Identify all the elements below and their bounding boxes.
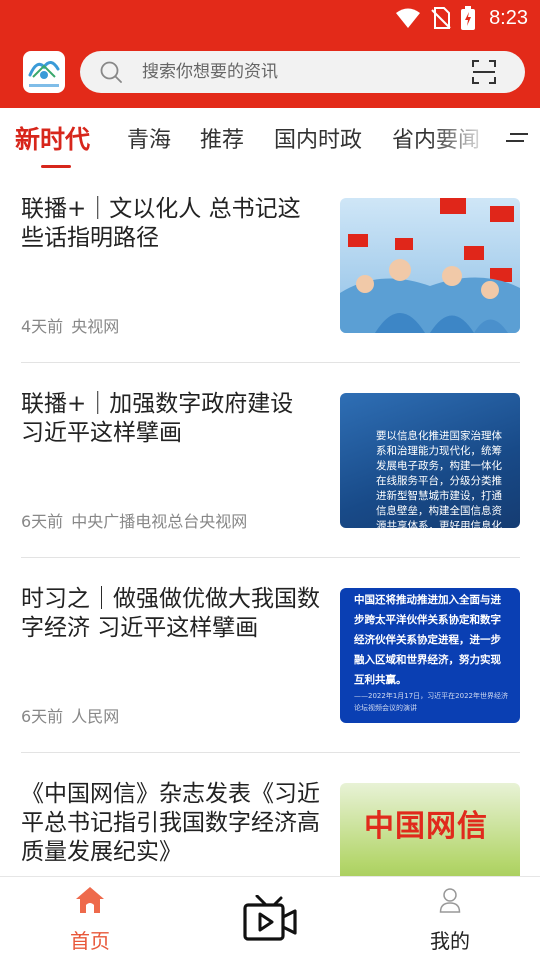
scan-icon[interactable] bbox=[471, 59, 497, 85]
news-title[interactable]: 《中国网信》杂志发表《习近平总书记指引我国数字经济高质量发展纪实》 bbox=[21, 780, 321, 867]
tab-new-era[interactable]: 新时代 bbox=[15, 120, 90, 156]
news-meta: 4天前 央视网 bbox=[21, 313, 119, 337]
menu-icon[interactable] bbox=[506, 130, 528, 146]
status-time: 8:23 bbox=[489, 6, 528, 29]
news-thumbnail[interactable]: 中国还将推动推进加入全面与进步跨太平洋伙伴关系协定和数字经济伙伴关系协定进程，进… bbox=[340, 588, 520, 723]
news-item[interactable]: 时习之｜做强做优做大我国数字经济 习近平这样擘画 6天前 人民网 中国还将推动推进… bbox=[0, 585, 540, 780]
search-bar[interactable] bbox=[80, 51, 525, 93]
news-item[interactable]: 联播+｜文以化人 总书记这些话指明路径 4天前 央视网 bbox=[0, 195, 540, 390]
news-time: 6天前 bbox=[21, 707, 64, 726]
divider bbox=[21, 752, 520, 753]
news-title[interactable]: 联播+｜加强数字政府建设 习近平这样擘画 bbox=[21, 390, 321, 448]
active-tab-indicator bbox=[41, 165, 71, 168]
bottom-nav: 首页 我的 bbox=[0, 876, 540, 960]
home-icon bbox=[76, 887, 104, 913]
tab-domestic-politics[interactable]: 国内时政 bbox=[274, 122, 362, 154]
no-sim-icon bbox=[431, 7, 451, 29]
news-meta: 6天前 人民网 bbox=[21, 703, 119, 727]
battery-icon bbox=[461, 6, 476, 30]
divider bbox=[21, 557, 520, 558]
tab-fade bbox=[430, 108, 492, 168]
news-source: 中央广播电视总台央视网 bbox=[71, 512, 248, 531]
news-time: 4天前 bbox=[21, 317, 64, 336]
news-time: 6天前 bbox=[21, 512, 64, 531]
tv-icon bbox=[243, 895, 297, 941]
divider bbox=[21, 362, 520, 363]
news-thumbnail[interactable]: 要以信息化推进国家治理体系和治理能力现代化，统筹发展电子政务，构建一体化在线服务… bbox=[340, 393, 520, 528]
news-item[interactable]: 联播+｜加强数字政府建设 习近平这样擘画 6天前 中央广播电视总台央视网 要以信息… bbox=[0, 390, 540, 585]
thumbnail-quote-source: ——2022年1月17日，习近平在2022年世界经济论坛视频会议的演讲 bbox=[354, 692, 508, 712]
nav-profile-label: 我的 bbox=[430, 929, 470, 953]
search-input[interactable] bbox=[142, 51, 462, 93]
news-source: 央视网 bbox=[71, 317, 120, 336]
news-thumbnail[interactable] bbox=[340, 198, 520, 333]
tab-recommend[interactable]: 推荐 bbox=[200, 122, 244, 154]
search-icon bbox=[100, 61, 122, 83]
user-icon bbox=[439, 888, 461, 913]
nav-home[interactable]: 首页 bbox=[30, 877, 150, 960]
nav-profile[interactable]: 我的 bbox=[390, 877, 510, 960]
news-title[interactable]: 时习之｜做强做优做大我国数字经济 习近平这样擘画 bbox=[21, 585, 321, 643]
thumbnail-quote-text: 要以信息化推进国家治理体系和治理能力现代化，统筹发展电子政务，构建一体化在线服务… bbox=[376, 430, 502, 528]
news-meta: 6天前 中央广播电视总台央视网 bbox=[21, 508, 247, 532]
magazine-title: 中国网信 bbox=[364, 809, 488, 844]
thumbnail-quote-text: 中国还将推动推进加入全面与进步跨太平洋伙伴关系协定和数字经济伙伴关系协定进程，进… bbox=[354, 594, 501, 686]
news-title[interactable]: 联播+｜文以化人 总书记这些话指明路径 bbox=[21, 195, 321, 253]
status-bar: 8:23 bbox=[0, 0, 540, 36]
wifi-icon bbox=[396, 8, 421, 28]
nav-video[interactable] bbox=[210, 877, 330, 960]
app-header: 8:23 bbox=[0, 0, 540, 108]
nav-home-label: 首页 bbox=[70, 929, 110, 953]
tab-qinghai[interactable]: 青海 bbox=[127, 122, 171, 154]
app-logo[interactable] bbox=[23, 51, 65, 93]
news-source: 人民网 bbox=[71, 707, 120, 726]
category-tabs: 新时代 青海 推荐 国内时政 省内要闻 bbox=[0, 108, 540, 168]
